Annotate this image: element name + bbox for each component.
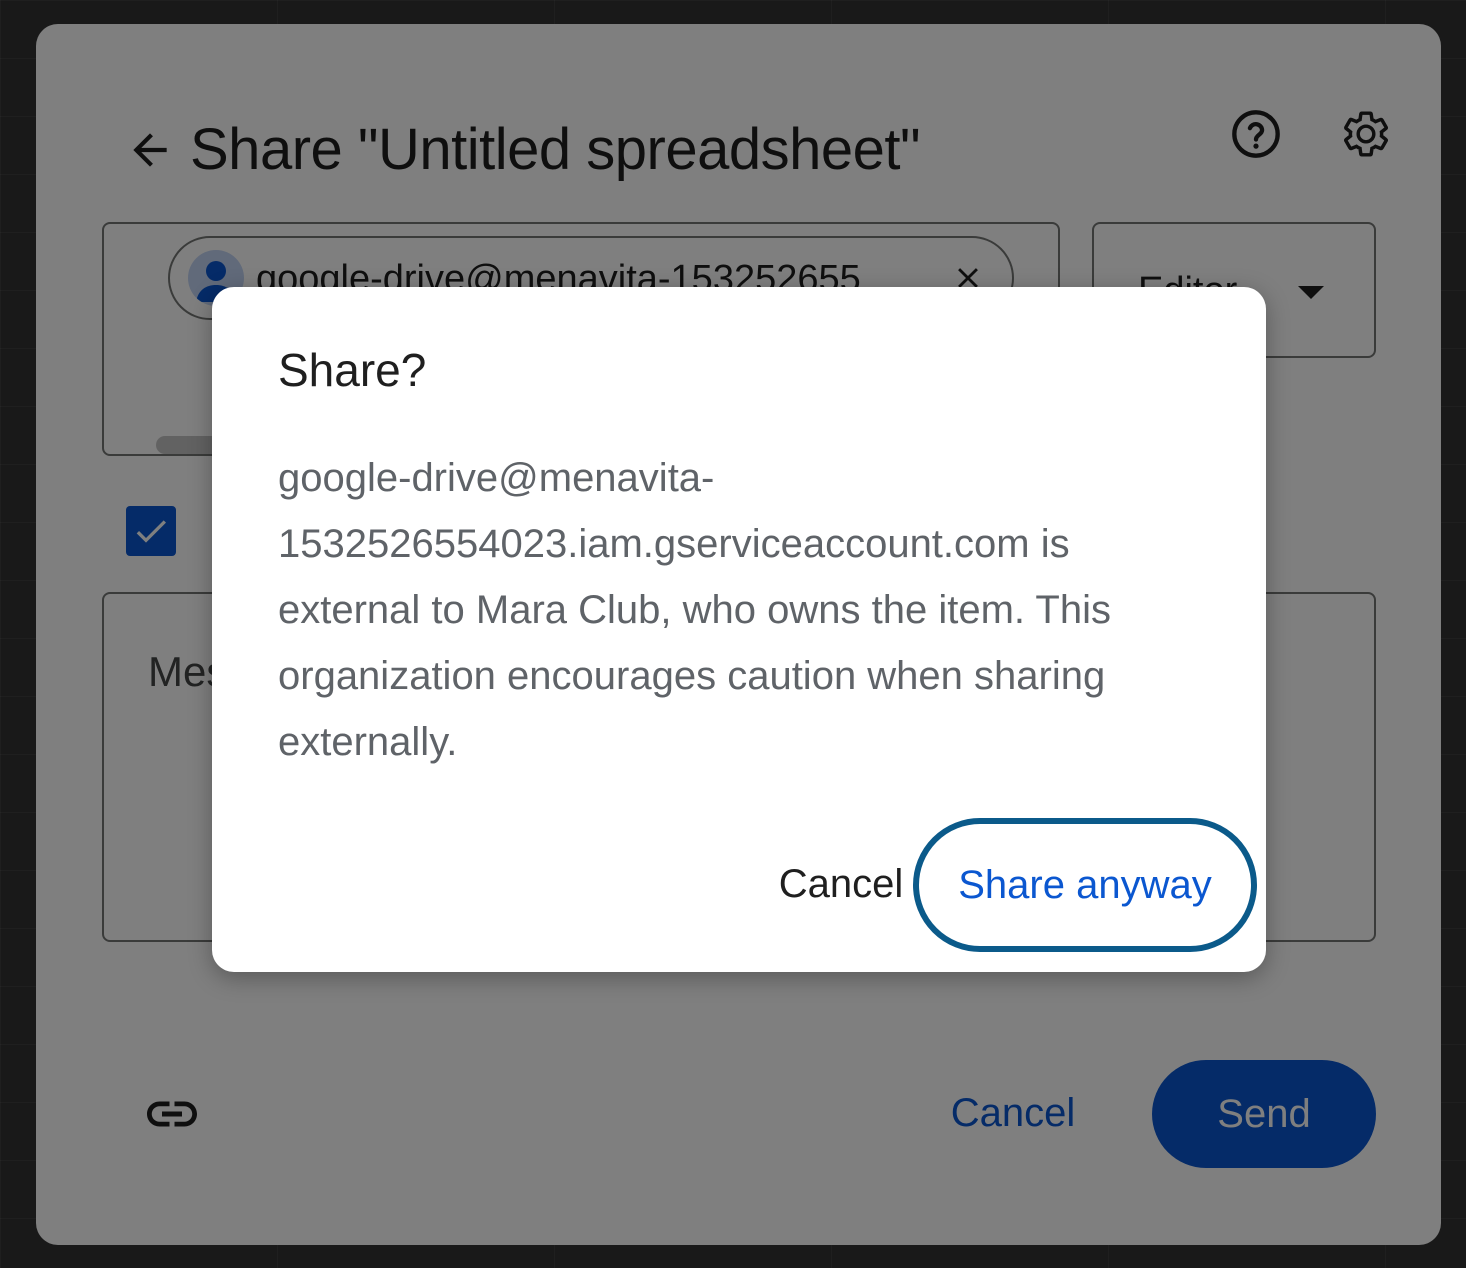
confirm-dialog-title: Share? [278, 344, 427, 396]
share-confirmation-dialog: Share? google-drive@menavita-15325265540… [212, 287, 1266, 972]
confirm-cancel-button[interactable]: Cancel [756, 841, 926, 927]
confirm-dialog-message: google-drive@menavita-1532526554023.iam.… [278, 456, 1111, 764]
share-anyway-button[interactable]: Share anyway [913, 818, 1257, 952]
